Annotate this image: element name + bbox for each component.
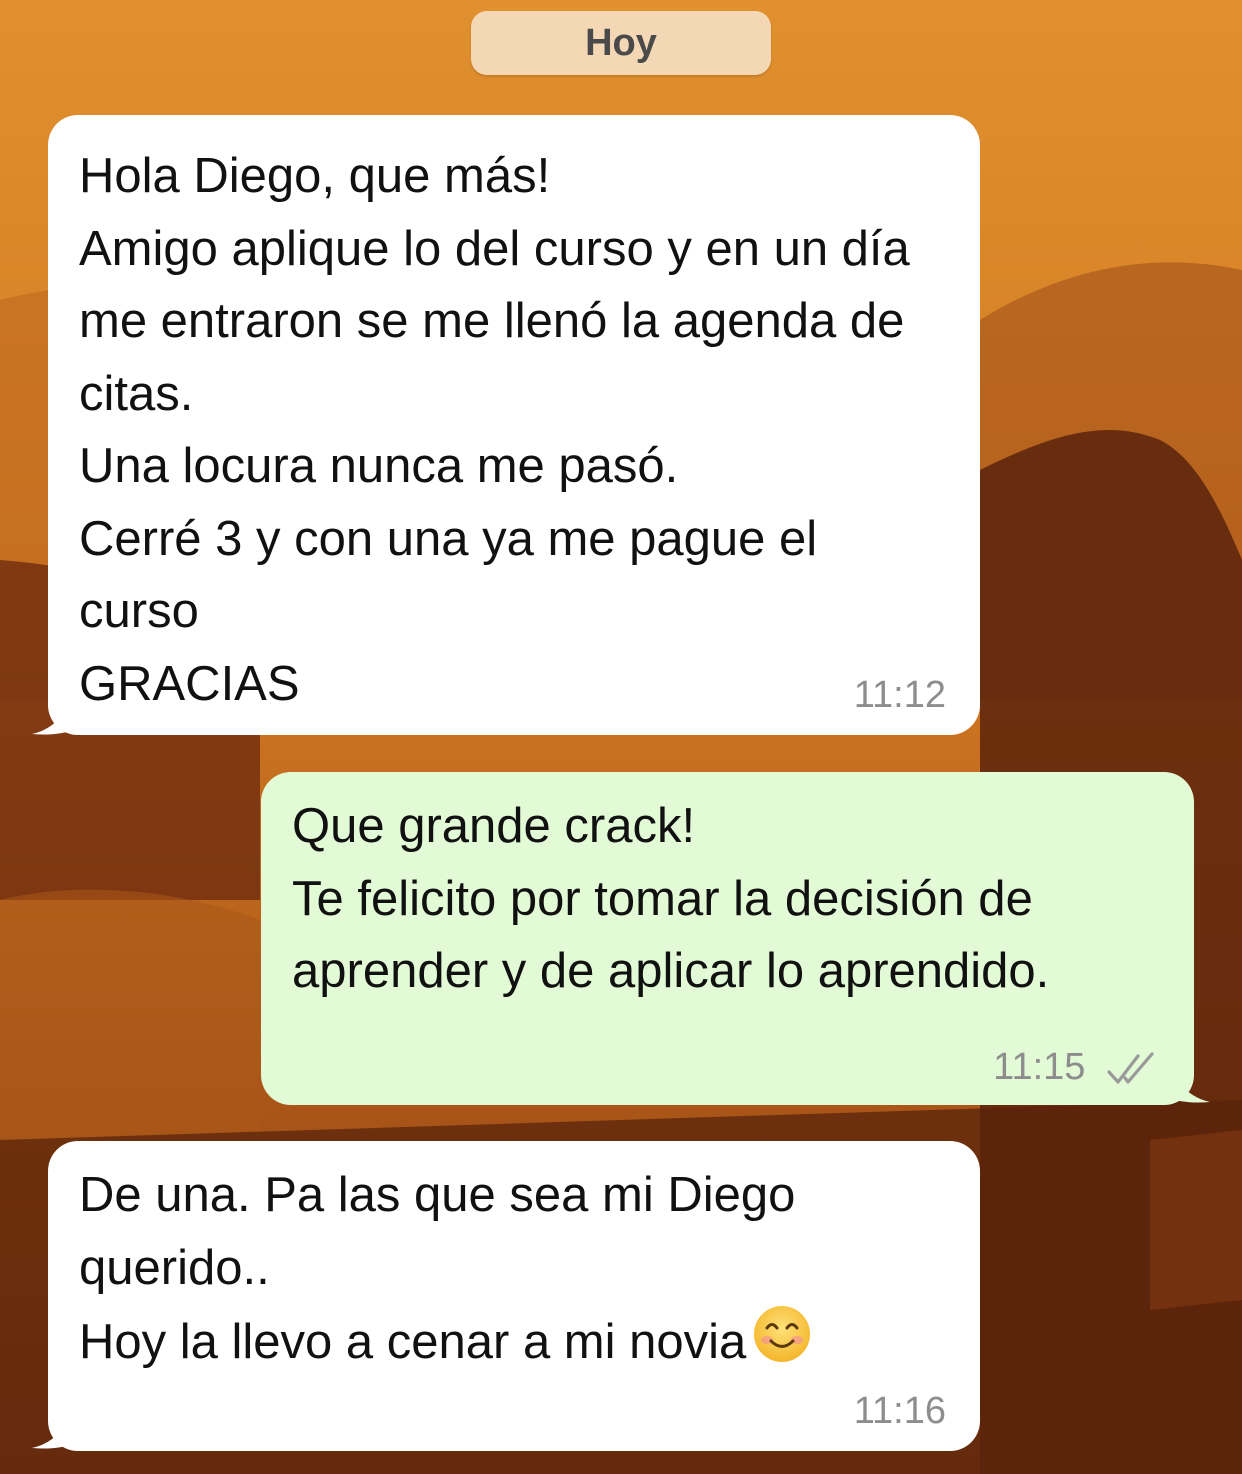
message-text: Que grande crack! Te felicito por tomar … xyxy=(292,799,1050,998)
date-separator: Hoy xyxy=(471,11,771,75)
message-text: De una. Pa las que sea mi Diego querido.… xyxy=(79,1159,950,1379)
message-bubble-outgoing[interactable]: Que grande crack! Te felicito por tomar … xyxy=(261,772,1194,1105)
message-meta: 11:15 xyxy=(993,1047,1160,1087)
message-text-content: De una. Pa las que sea mi Diego querido.… xyxy=(79,1168,796,1369)
message-text: Hola Diego, que más! Amigo aplique lo de… xyxy=(79,149,910,711)
double-check-icon xyxy=(1107,1052,1154,1084)
smiling-face-emoji-icon xyxy=(754,1306,811,1362)
message-timestamp: 11:16 xyxy=(853,1390,946,1432)
message-timestamp: 11:15 xyxy=(993,1046,1086,1088)
message-timestamp: 11:12 xyxy=(853,674,946,716)
message-bubble-incoming[interactable]: De una. Pa las que sea mi Diego querido.… xyxy=(48,1141,980,1451)
message-bubble-incoming[interactable]: Hola Diego, que más! Amigo aplique lo de… xyxy=(48,115,980,735)
